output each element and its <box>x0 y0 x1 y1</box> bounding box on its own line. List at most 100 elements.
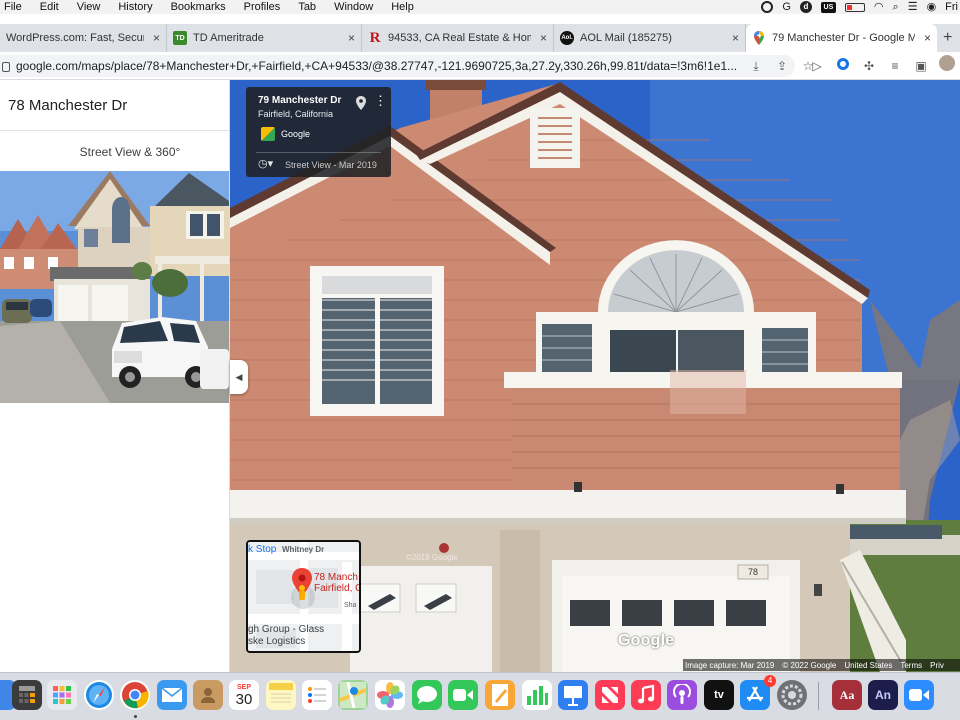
extensions-puzzle-icon[interactable]: ✣ <box>860 55 878 77</box>
calculator-icon[interactable] <box>12 680 42 710</box>
grammarly-icon[interactable]: G <box>782 0 791 14</box>
calendar-icon[interactable]: SEP 30 <box>229 680 259 710</box>
close-icon[interactable]: × <box>348 31 355 45</box>
minimap-place-label-line2: Fairfield, C <box>314 583 361 594</box>
control-center-icon[interactable]: ☰ <box>908 0 918 14</box>
street-view-thumbnail[interactable] <box>0 171 229 403</box>
tab-wordpress[interactable]: WordPress.com: Fast, Secure M × <box>0 24 167 52</box>
news-icon[interactable] <box>595 680 625 710</box>
browser-toolbar: google.com/maps/place/78+Manchester+Dr,+… <box>0 52 960 80</box>
tab-title: 94533, CA Real Estate & Home <box>388 32 531 44</box>
system-preferences-icon[interactable] <box>777 680 807 710</box>
country-link[interactable]: United States <box>844 661 892 670</box>
notes-icon[interactable] <box>266 680 296 710</box>
menu-tab[interactable]: Tab <box>289 0 325 14</box>
menu-help[interactable]: Help <box>382 0 423 14</box>
tab-td-ameritrade[interactable]: TD TD Ameritrade × <box>167 24 362 52</box>
street-view-date-selector[interactable]: Street View - Mar 2019 <box>285 160 377 170</box>
menu-window[interactable]: Window <box>325 0 382 14</box>
pages-icon[interactable] <box>485 680 515 710</box>
reminders-icon[interactable] <box>302 680 332 710</box>
install-icon[interactable]: ⤓ <box>748 55 764 77</box>
tab-aol-mail[interactable]: Aol. AOL Mail (185275) × <box>554 24 746 52</box>
info-card-provider: Google <box>281 129 311 139</box>
zoom-icon[interactable] <box>904 680 934 710</box>
minimap[interactable]: k Stop Whitney Dr 78 Manch Fairfield, C … <box>246 540 361 653</box>
maps-icon[interactable] <box>338 680 368 710</box>
new-tab-icon[interactable]: + <box>937 24 958 52</box>
tab-realtor[interactable]: R 94533, CA Real Estate & Home × <box>362 24 554 52</box>
dictionary-icon[interactable]: Aa <box>832 680 862 710</box>
battery-icon[interactable] <box>844 2 865 12</box>
siri-icon[interactable]: ◉ <box>927 0 937 14</box>
spotlight-search-icon[interactable]: ⌕ <box>893 0 899 14</box>
more-options-icon[interactable]: ⋮ <box>374 94 387 108</box>
street-view-info-card: 79 Manchester Dr Fairfield, California ⋮… <box>246 87 391 177</box>
macos-dock: SEP 30 tv Aa An <box>0 672 960 720</box>
numbers-icon[interactable] <box>522 680 552 710</box>
place-side-panel: 78 Manchester Dr Street View & 360° <box>0 80 230 672</box>
attribution-bar: Image capture: Mar 2019 © 2022 Google Un… <box>683 659 960 671</box>
menu-bar-status-area: G d US ◠ ⌕ ☰ ◉ Fri <box>761 0 960 14</box>
side-panel-icon[interactable]: ▣ <box>912 55 930 77</box>
collapse-panel-button[interactable]: ◀ <box>230 360 248 394</box>
extension-arrow-icon[interactable]: ▷ <box>808 55 826 77</box>
history-clock-icon[interactable]: ◷▾ <box>258 157 273 170</box>
menu-history[interactable]: History <box>109 0 161 14</box>
lock-icon[interactable] <box>2 62 10 72</box>
close-icon[interactable]: × <box>540 31 547 45</box>
animate-icon[interactable]: An <box>868 680 898 710</box>
close-icon[interactable]: × <box>153 31 160 45</box>
tv-icon[interactable]: tv <box>704 680 734 710</box>
photos-icon[interactable] <box>375 680 405 710</box>
menu-bar-clock[interactable]: Fri <box>945 1 958 13</box>
url-text[interactable]: google.com/maps/place/78+Manchester+Dr,+… <box>16 59 744 73</box>
menu-edit[interactable]: Edit <box>31 0 68 14</box>
keynote-icon[interactable] <box>558 680 588 710</box>
menu-profiles[interactable]: Profiles <box>235 0 290 14</box>
faint-watermark: ©2019 Google <box>406 553 458 562</box>
minimap-street-label: Whitney Dr <box>282 545 325 554</box>
menu-view[interactable]: View <box>68 0 110 14</box>
tab-google-maps[interactable]: 79 Manchester Dr - Google Ma × <box>746 24 937 52</box>
tab-title: AOL Mail (185275) <box>580 32 672 44</box>
share-icon[interactable]: ⇪ <box>774 55 790 77</box>
animate-icon-label: An <box>875 688 891 702</box>
safari-icon[interactable] <box>84 680 114 710</box>
location-pin-icon[interactable] <box>355 96 367 110</box>
divider <box>256 152 381 153</box>
dashlane-icon[interactable]: d <box>799 1 812 13</box>
close-icon[interactable]: × <box>732 31 739 45</box>
mail-icon[interactable] <box>157 680 187 710</box>
contacts-icon[interactable] <box>193 680 223 710</box>
podcasts-icon[interactable] <box>667 680 697 710</box>
music-icon[interactable] <box>631 680 661 710</box>
chrome-icon[interactable] <box>120 680 150 710</box>
media-control-icon[interactable]: ≡ <box>886 55 904 77</box>
info-card-title: 79 Manchester Dr <box>258 95 342 106</box>
minimap-street-label: Sha <box>344 602 357 609</box>
facetime-icon[interactable] <box>448 680 478 710</box>
info-card-subtitle: Fairfield, California <box>258 109 334 119</box>
messages-icon[interactable] <box>412 680 442 710</box>
street-view-thumbnail-image <box>0 171 229 403</box>
privacy-link[interactable]: Priv <box>930 661 944 670</box>
browser-tab-strip: WordPress.com: Fast, Secure M × TD TD Am… <box>0 24 960 52</box>
wifi-icon[interactable]: ◠ <box>874 0 884 14</box>
profile-avatar[interactable] <box>938 54 956 78</box>
copyright-text: © 2022 Google <box>782 660 837 670</box>
terms-link[interactable]: Terms <box>900 661 922 670</box>
menu-bookmarks[interactable]: Bookmarks <box>162 0 235 14</box>
user-initials-icon[interactable]: US <box>820 1 836 13</box>
extension-circle-icon[interactable] <box>834 55 852 77</box>
creative-cloud-icon[interactable] <box>761 1 774 13</box>
launchpad-icon[interactable] <box>47 680 77 710</box>
tv-icon-label: tv <box>714 689 724 701</box>
divider <box>0 130 230 131</box>
place-title: 78 Manchester Dr <box>8 97 128 114</box>
close-icon[interactable]: × <box>924 31 931 45</box>
appstore-badge: 4 <box>764 675 776 687</box>
street-view-section-label[interactable]: Street View & 360° <box>0 145 260 159</box>
menu-file[interactable]: File <box>0 0 31 14</box>
url-field[interactable]: google.com/maps/place/78+Manchester+Dr,+… <box>0 55 795 77</box>
